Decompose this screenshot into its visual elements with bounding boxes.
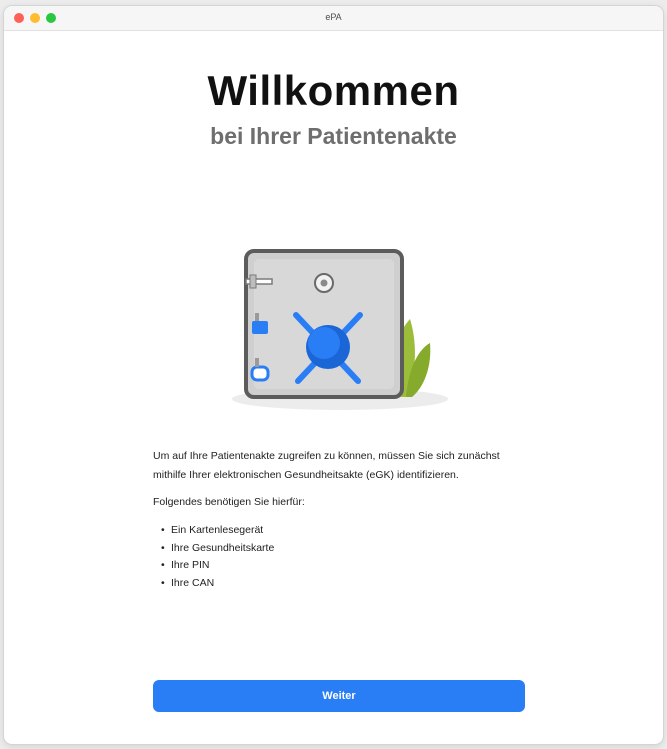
title-bar[interactable]: ePA [4, 6, 663, 31]
requirement-label: Ein Kartenlesegerät [171, 524, 264, 536]
bullet-icon: • [161, 576, 165, 589]
window-title: ePA [325, 12, 342, 22]
list-item: • Ihre CAN [161, 575, 533, 593]
requirement-label: Ihre CAN [171, 576, 215, 589]
bullet-icon: • [161, 559, 165, 571]
safe-illustration [232, 249, 448, 410]
requirements-label: Folgendes benötigen Sie hierfür: [153, 496, 305, 508]
info-text: Um auf Ihre Patientenakte zugreifen zu k… [153, 447, 533, 592]
requirement-label: Ihre Gesundheitskarte [171, 541, 275, 554]
app-window: ePA Willkommen bei Ihrer Patientenakte U… [4, 6, 663, 744]
list-item: • Ihre Gesundheitskarte [161, 540, 533, 558]
requirement-label: Ihre PIN [171, 559, 210, 571]
next-button[interactable]: Weiter [153, 680, 525, 712]
bullet-icon: • [161, 541, 165, 554]
welcome-content: Willkommen bei Ihrer Patientenakte Um au… [4, 31, 663, 744]
list-item: • Ein Kartenlesegerät [161, 522, 533, 540]
bullet-icon: • [161, 524, 165, 536]
welcome-subheading: bei Ihrer Patientenakte [210, 123, 457, 149]
intro-paragraph: Um auf Ihre Patientenakte zugreifen zu k… [153, 450, 500, 481]
requirements-list: • Ein Kartenlesegerät • Ihre Gesundheitska… [153, 522, 533, 592]
list-item: • Ihre PIN [161, 557, 533, 575]
welcome-heading: Willkommen [207, 67, 460, 114]
